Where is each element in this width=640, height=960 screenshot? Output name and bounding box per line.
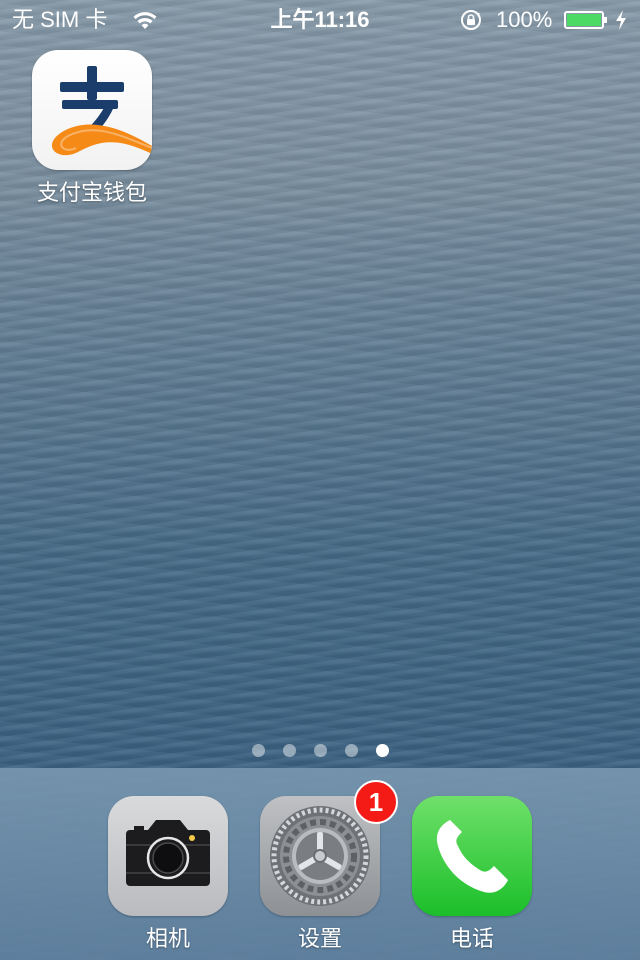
app-phone[interactable]: 电话 bbox=[412, 796, 532, 952]
app-label: 设置 bbox=[297, 926, 342, 951]
battery-percent: 100% bbox=[496, 7, 553, 32]
app-alipay-wallet[interactable]: 支付宝钱包 bbox=[32, 50, 152, 206]
page-dot[interactable] bbox=[313, 744, 327, 757]
page-dot-current[interactable] bbox=[375, 744, 389, 757]
charging-bolt-icon bbox=[616, 10, 626, 30]
camera-icon bbox=[108, 796, 228, 916]
status-bar: 无 SIM 卡 上午11:16 100% bbox=[0, 0, 640, 40]
wifi-icon bbox=[133, 12, 157, 29]
page-indicator[interactable] bbox=[0, 744, 640, 760]
phone-icon bbox=[412, 796, 532, 916]
page-dot[interactable] bbox=[251, 744, 265, 757]
carrier-label: 无 SIM 卡 bbox=[12, 7, 108, 32]
page-dot[interactable] bbox=[282, 744, 296, 757]
app-label: 相机 bbox=[145, 926, 190, 951]
page-dot[interactable] bbox=[344, 744, 358, 757]
app-camera[interactable]: 相机 bbox=[108, 796, 228, 952]
app-label: 电话 bbox=[449, 926, 494, 951]
battery-icon bbox=[564, 11, 607, 29]
rotation-lock-icon bbox=[461, 10, 481, 30]
app-label: 支付宝钱包 bbox=[36, 180, 147, 205]
alipay-icon bbox=[32, 50, 152, 170]
notification-badge: 1 bbox=[354, 780, 398, 824]
